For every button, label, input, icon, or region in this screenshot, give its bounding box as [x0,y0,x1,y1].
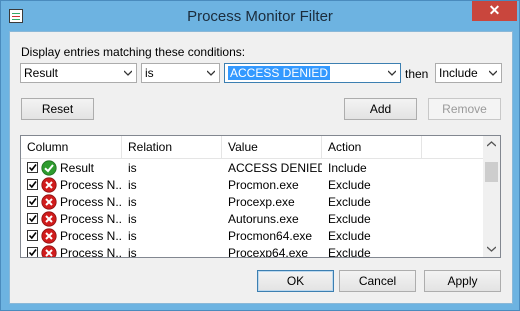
add-button[interactable]: Add [344,98,417,120]
value-combo-text[interactable]: ACCESS DENIED [228,66,331,80]
cell-value: Procmon64.exe [228,229,313,243]
cell-value: Autoruns.exe [228,212,299,226]
cell-relation: is [128,246,137,258]
cell-action: Exclude [328,195,371,209]
include-check-icon [41,160,57,176]
row-checkbox[interactable] [27,162,38,173]
cell-value: Procexp.exe [228,195,295,209]
header-column[interactable]: Column [21,136,122,158]
action-select[interactable]: Include [435,63,502,83]
exclude-x-icon [41,177,57,193]
vertical-scrollbar[interactable] [483,136,500,257]
header-relation[interactable]: Relation [122,136,222,158]
filter-list[interactable]: Column Relation Value Action Result is ACC… [20,135,501,258]
cell-value: Procexp64.exe [228,246,309,258]
cell-action: Include [328,161,367,175]
cell-relation: is [128,229,137,243]
dialog-body: Display entries matching these condition… [9,31,513,304]
reset-button[interactable]: Reset [21,98,94,120]
row-checkbox[interactable] [27,179,38,190]
table-row[interactable]: Process N... is Procmon64.exe Exclude [21,228,484,245]
cell-action: Exclude [328,178,371,192]
cell-column: Result [60,161,95,175]
table-row[interactable]: Process N... is Autoruns.exe Exclude [21,211,484,228]
cell-action: Exclude [328,229,371,243]
action-select-value: Include [439,66,478,80]
header-action[interactable]: Action [322,136,422,158]
cell-relation: is [128,178,137,192]
chevron-down-icon [388,69,396,77]
row-checkbox[interactable] [27,247,38,257]
table-row[interactable]: Process N... is Procexp.exe Exclude [21,194,484,211]
cell-column: Process N... [60,229,122,243]
row-checkbox[interactable] [27,196,38,207]
table-row[interactable]: Process N... is Procmon.exe Exclude [21,177,484,194]
exclude-x-icon [41,194,57,210]
value-combo[interactable]: ACCESS DENIED [224,63,401,83]
scroll-down-icon[interactable] [487,246,496,252]
row-checkbox[interactable] [27,213,38,224]
conditions-label: Display entries matching these condition… [21,45,246,59]
apply-button[interactable]: Apply [424,270,501,292]
cell-column: Process N... [60,246,122,258]
header-value[interactable]: Value [222,136,322,158]
column-select-value: Result [24,66,59,80]
list-header: Column Relation Value Action [21,136,484,159]
ok-button[interactable]: OK [257,270,334,292]
cell-value: ACCESS DENIED [228,161,322,175]
chevron-down-icon [207,69,215,77]
scrollbar-thumb[interactable] [485,162,498,182]
cell-relation: is [128,161,137,175]
cell-column: Process N... [60,212,122,226]
filter-dialog: Process Monitor Filter ✕ Display entries… [0,0,520,311]
close-button[interactable]: ✕ [472,1,517,21]
exclude-x-icon [41,228,57,244]
cell-action: Exclude [328,212,371,226]
remove-button[interactable]: Remove [428,98,501,120]
close-icon: ✕ [488,2,501,18]
cell-relation: is [128,195,137,209]
window-title: Process Monitor Filter [187,8,333,25]
relation-select-value: is [145,66,154,80]
column-select[interactable]: Result [20,63,137,83]
table-row[interactable]: Result is ACCESS DENIED Include [21,160,484,177]
then-label: then [405,67,429,81]
cell-action: Exclude [328,246,371,258]
cancel-button[interactable]: Cancel [339,270,416,292]
title-bar[interactable]: Process Monitor Filter ✕ [1,1,519,31]
cell-column: Process N... [60,178,122,192]
exclude-x-icon [41,245,57,257]
chevron-down-icon [124,69,132,77]
scroll-up-icon[interactable] [487,141,496,147]
relation-select[interactable]: is [141,63,220,83]
exclude-x-icon [41,211,57,227]
row-checkbox[interactable] [27,230,38,241]
chevron-down-icon [489,69,497,77]
table-row[interactable]: Process N... is Procexp64.exe Exclude [21,245,484,258]
cell-value: Procmon.exe [228,178,299,192]
cell-relation: is [128,212,137,226]
cell-column: Process N... [60,195,122,209]
